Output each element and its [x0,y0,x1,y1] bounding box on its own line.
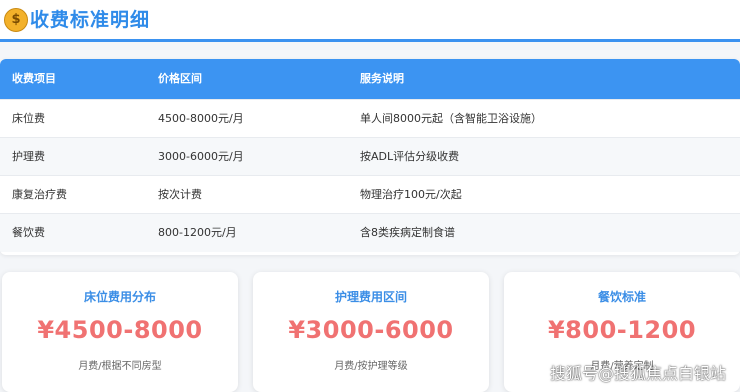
column-header-price: 价格区间 [158,72,202,85]
table-cell-item: 餐饮费 [12,226,45,239]
card-title: 护理费用区间 [334,290,407,304]
table-cell-price: 按次计费 [158,188,202,201]
card-price: ¥3000-6000 [288,316,454,344]
table-cell-price: 800-1200元/月 [158,226,237,239]
table-cell-item: 康复治疗费 [12,188,67,201]
header-divider [0,39,740,42]
card-note: 月费/按护理等级 [334,361,408,372]
table-cell-item: 床位费 [12,112,45,125]
card-price: ¥4500-8000 [37,316,203,344]
page-title: 收费标准明细 [30,9,151,31]
table-cell-description: 物理治疗100元/次起 [360,188,462,201]
card-title: 床位费用分布 [83,290,156,304]
table-cell-description: 含8类疾病定制食谱 [360,226,455,239]
card-price: ¥800-1200 [547,316,697,344]
table-row: 康复治疗费 按次计费 物理治疗100元/次起 [0,175,740,214]
table-cell-description: 单人间8000元起（含智能卫浴设施） [360,112,542,125]
card-title: 餐饮标准 [597,290,646,304]
column-header-item: 收费项目 [12,72,56,85]
bed-fee-card: 床位费用分布 ¥4500-8000 月费/根据不同房型 [2,272,238,392]
table-header: 收费项目 价格区间 服务说明 [0,59,740,99]
care-fee-card: 护理费用区间 ¥3000-6000 月费/按护理等级 [253,272,489,392]
page-header: $ 收费标准明细 [0,0,740,42]
table-row: 餐饮费 800-1200元/月 含8类疾病定制食谱 [0,213,740,252]
column-header-description: 服务说明 [360,72,404,85]
table-cell-price: 3000-6000元/月 [158,150,244,163]
table-cell-description: 按ADL评估分级收费 [360,150,460,163]
table-row: 护理费 3000-6000元/月 按ADL评估分级收费 [0,137,740,176]
fee-table: 收费项目 价格区间 服务说明 床位费 4500-8000元/月 单人间8000元… [0,59,740,255]
table-row: 床位费 4500-8000元/月 单人间8000元起（含智能卫浴设施） [0,99,740,138]
table-cell-price: 4500-8000元/月 [158,112,244,125]
source-watermark: 搜狐号@搜狐焦点白银站 [549,364,726,383]
money-bag-icon: $ [4,8,28,32]
card-note: 月费/根据不同房型 [78,361,162,372]
table-cell-item: 护理费 [12,150,45,163]
